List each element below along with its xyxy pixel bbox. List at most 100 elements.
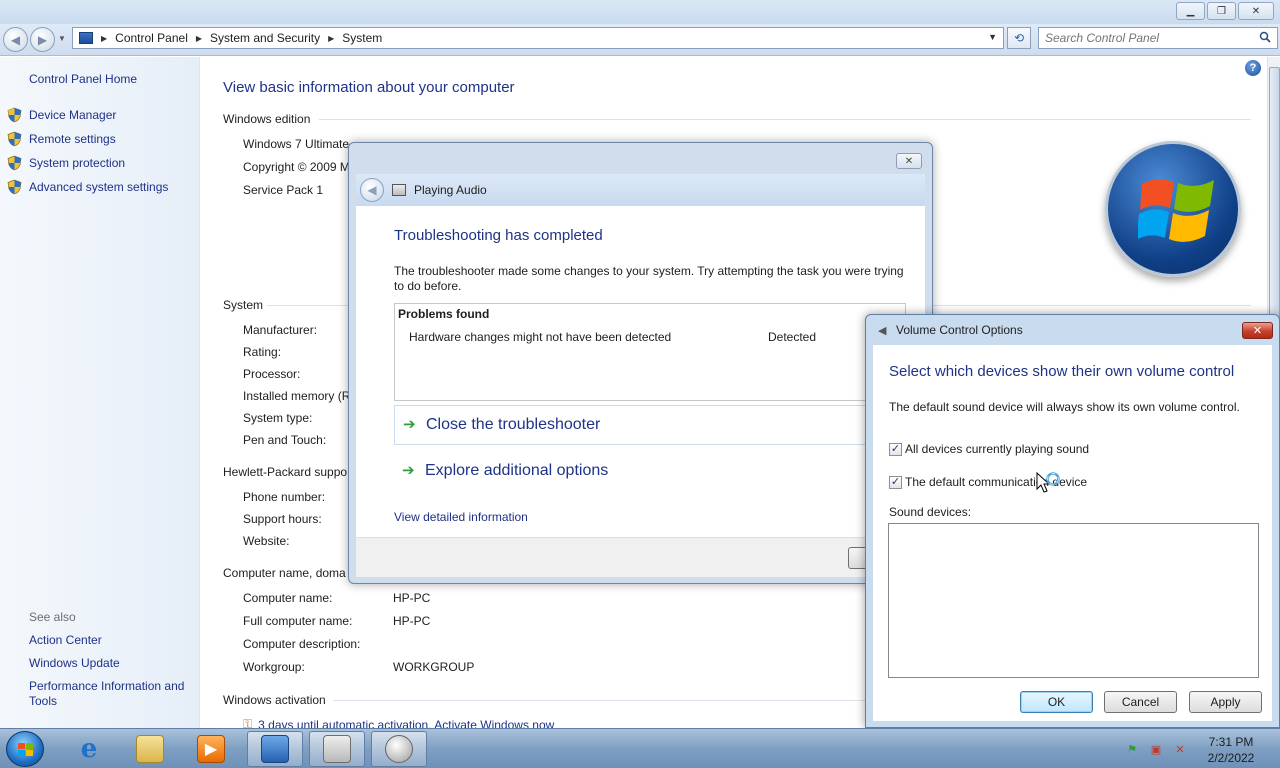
troubleshooter-back-button[interactable]: ◀ [360,178,384,202]
system-label-rating: Rating: [243,345,282,359]
task-link-system-protection[interactable]: System protection [7,155,125,171]
breadcrumb-item-system[interactable]: System [342,31,382,45]
task-link-remote-settings[interactable]: Remote settings [7,131,116,147]
back-arrow-icon: ◀ [10,32,21,47]
edition-name: Windows 7 Ultimate [243,137,350,151]
section-heading-system: System [223,298,264,312]
edition-copyright: Copyright © 2009 M [243,160,350,174]
breadcrumb-separator-icon[interactable]: ▶ [196,34,202,43]
task-link-device-manager[interactable]: Device Manager [7,107,116,123]
taskbar: e ▶ ⚑ ▣ ✕ 7:31 PM 2/2/2022 [0,728,1280,768]
checkbox-all-devices-label[interactable]: All devices currently playing sound [905,442,1089,456]
speaker-icon [385,735,413,763]
internet-explorer-icon: e [80,734,98,764]
checkbox-all-devices-row[interactable]: ✓ All devices currently playing sound [889,442,1089,456]
start-button[interactable] [6,731,44,767]
close-troubleshooter-label: Close the troubleshooter [426,416,601,433]
problem-description: Hardware changes might not have been det… [409,330,672,344]
taskbar-volume[interactable] [371,731,427,767]
taskbar-windows-explorer[interactable] [122,731,178,767]
breadcrumb-item-system-security[interactable]: System and Security [210,31,320,45]
computer-description-label: Computer description: [243,637,361,651]
address-toolbar: ◀ ▶ ▼ ▶ Control Panel ▶ System and Secur… [0,24,1280,56]
section-heading-support: Hewlett-Packard suppo [223,465,348,479]
shield-icon [7,107,22,123]
maximize-button[interactable]: ❐ [1207,2,1236,20]
see-also-windows-update[interactable]: Windows Update [29,656,199,671]
minimize-button[interactable]: ▁ [1176,2,1205,20]
taskbar-internet-explorer[interactable]: e [61,731,117,767]
scrollbar-thumb[interactable] [1269,67,1280,329]
system-clock[interactable]: 7:31 PM 2/2/2022 [1196,734,1266,766]
close-icon: ✕ [904,155,914,167]
troubleshooter-header: ◀ Playing Audio [356,174,925,206]
network-icon[interactable]: ▣ [1148,741,1164,757]
search-input[interactable] [1039,28,1249,48]
task-label: Advanced system settings [29,180,169,194]
problem-status: Detected [768,330,817,344]
control-panel-home-link[interactable]: Control Panel Home [29,72,137,86]
volume-dialog-close-button[interactable]: ✕ [1242,322,1273,339]
forward-button[interactable]: ▶ [30,27,55,52]
back-arrow-icon: ◀ [367,183,377,197]
see-also-action-center[interactable]: Action Center [29,633,199,648]
window-titlebar: ▁ ❐ ✕ [0,0,1280,24]
taskbar-media-player[interactable]: ▶ [183,731,239,767]
refresh-button[interactable]: ⟲ [1007,27,1031,49]
apply-button[interactable]: Apply [1189,691,1262,713]
full-computer-name-value: HP-PC [393,614,431,628]
refresh-icon: ⟲ [1013,31,1025,45]
clock-date: 2/2/2022 [1207,751,1255,765]
recent-pages-dropdown-icon[interactable]: ▼ [58,34,66,43]
checkbox-default-communication[interactable]: ✓ [889,475,902,489]
breadcrumb-separator-icon[interactable]: ▶ [101,34,107,43]
system-label-pen-touch: Pen and Touch: [243,433,327,447]
see-also-performance-info[interactable]: Performance Information and Tools [29,679,199,709]
action-center-icon[interactable]: ⚑ [1124,741,1140,757]
breadcrumb-separator-icon[interactable]: ▶ [328,34,334,43]
volume-dialog-title: Volume Control Options [896,323,1023,337]
restore-icon: ❐ [1217,5,1226,17]
system-label-manufacturer: Manufacturer: [243,323,318,337]
search-icon[interactable] [1259,31,1271,43]
task-link-advanced-system-settings[interactable]: Advanced system settings [7,179,168,195]
search-box[interactable] [1038,27,1278,49]
volume-muted-icon[interactable]: ✕ [1172,741,1188,757]
section-heading-activation: Windows activation [223,693,326,707]
cancel-button[interactable]: Cancel [1104,691,1177,713]
window-controls: ▁ ❐ ✕ [1176,2,1274,20]
computer-name-label: Computer name: [243,591,333,605]
support-label-hours: Support hours: [243,512,322,526]
breadcrumb[interactable]: ▶ Control Panel ▶ System and Security ▶ … [72,27,1004,49]
taskbar-control-panel[interactable] [247,731,303,767]
left-nav-pane: Control Panel Home Device Manager Remote… [0,57,200,728]
explore-options-label: Explore additional options [425,462,609,479]
view-detailed-information-link[interactable]: View detailed information [394,510,528,524]
sound-devices-listbox[interactable] [888,523,1259,678]
checkbox-all-devices[interactable]: ✓ [889,442,902,456]
workgroup-value: WORKGROUP [393,660,475,674]
help-icon[interactable]: ? [1245,60,1261,76]
clock-time: 7:31 PM [1208,735,1254,749]
system-label-type: System type: [243,411,313,425]
taskbar-troubleshooter[interactable] [309,731,365,767]
task-label: System protection [29,156,126,170]
close-troubleshooter-option[interactable]: ➔ Close the troubleshooter [394,405,906,445]
windows-flag-icon [1138,179,1214,242]
close-window-button[interactable]: ✕ [1238,2,1274,20]
explore-options-option[interactable]: ➔ Explore additional options [394,451,906,491]
support-label-phone: Phone number: [243,490,326,504]
troubleshooter-close-button[interactable]: ✕ [896,153,922,169]
breadcrumb-item-control-panel[interactable]: Control Panel [115,31,188,45]
sound-devices-label: Sound devices: [889,505,972,519]
address-dropdown-icon[interactable]: ▼ [988,32,997,42]
forward-arrow-icon: ▶ [37,32,48,47]
back-button[interactable]: ◀ [3,27,28,52]
volume-dialog-body: Select which devices show their own volu… [873,345,1272,721]
volume-control-options-dialog: ◀ Volume Control Options ✕ Select which … [865,314,1280,728]
ok-button[interactable]: OK [1020,691,1093,713]
windows-explorer-icon [136,735,164,763]
busy-cursor-icon [1036,472,1060,493]
problems-table-header: Problems found [398,307,490,321]
troubleshooter-header-title: Playing Audio [414,183,487,197]
